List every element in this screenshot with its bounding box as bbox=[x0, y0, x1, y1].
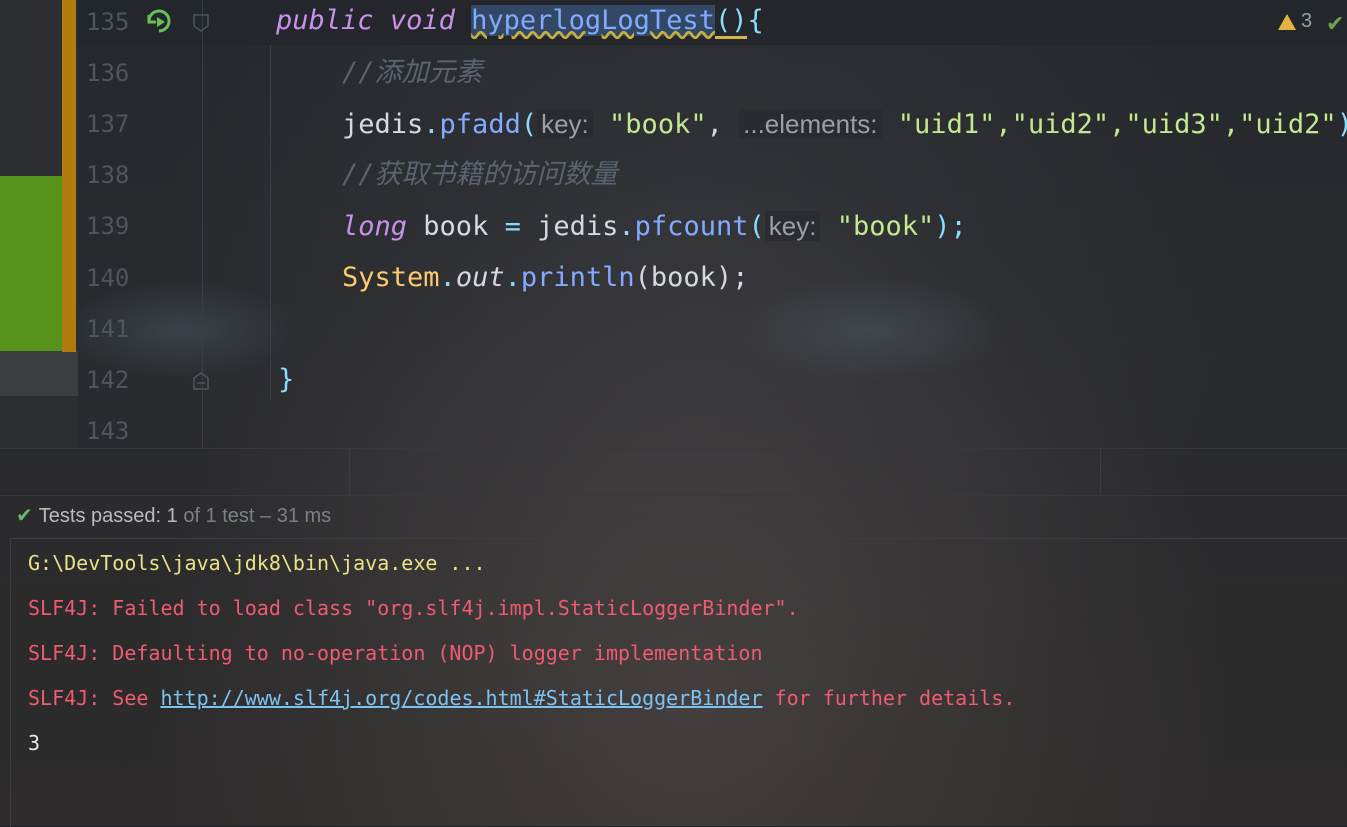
open-brace: { bbox=[747, 5, 764, 36]
line-number: 137 bbox=[86, 110, 130, 138]
line-number: 143 bbox=[86, 417, 130, 445]
method-parens: () bbox=[714, 5, 748, 39]
warnings-count: 3 bbox=[1301, 10, 1313, 32]
keyword: void bbox=[389, 5, 455, 36]
param-hint: key: bbox=[764, 211, 821, 241]
console-output[interactable] bbox=[10, 538, 1347, 827]
call-args: (book); bbox=[634, 262, 749, 293]
project-panel-highlight bbox=[0, 176, 62, 351]
code-line-138[interactable]: //获取书籍的访问数量 bbox=[342, 159, 618, 191]
code-line-135[interactable]: public void hyperlogLogTest(){ bbox=[276, 5, 764, 39]
status-count: 1 bbox=[166, 505, 178, 527]
string-literal: "book" bbox=[609, 109, 707, 140]
check-icon[interactable]: ✔ bbox=[1326, 12, 1344, 37]
status-detail: of 1 test – 31 ms bbox=[183, 505, 332, 527]
project-panel-row bbox=[0, 351, 78, 396]
code-line-137[interactable]: jedis.pfadd(key: "book", ...elements: "u… bbox=[342, 108, 1347, 141]
dot: . bbox=[504, 262, 521, 293]
code-line-142[interactable]: } bbox=[278, 364, 294, 396]
comma: , bbox=[706, 109, 723, 140]
divider bbox=[349, 448, 350, 494]
line-number: 135 bbox=[86, 8, 130, 36]
close-paren: ); bbox=[934, 211, 967, 242]
method-call: pfadd bbox=[439, 109, 521, 140]
indent-guide bbox=[270, 45, 271, 400]
string-args: "uid1","uid2","uid3","uid2" bbox=[897, 109, 1337, 140]
identifier: jedis bbox=[342, 109, 424, 140]
console-line: G:\DevTools\java\jdk8\bin\java.exe ... bbox=[28, 551, 486, 575]
field: out bbox=[455, 262, 505, 293]
console-line: SLF4J: Defaulting to no-operation (NOP) … bbox=[28, 641, 763, 665]
console-link[interactable]: http://www.slf4j.org/codes.html#StaticLo… bbox=[160, 686, 762, 710]
change-marker-bar bbox=[62, 0, 76, 352]
line-number: 139 bbox=[86, 212, 130, 240]
paren: ( bbox=[520, 109, 538, 140]
console-line: SLF4J: Failed to load class "org.slf4j.i… bbox=[28, 596, 799, 620]
param-hint: ...elements: bbox=[739, 109, 882, 139]
keyword: public bbox=[276, 5, 374, 36]
console-text: for further details. bbox=[762, 686, 1016, 710]
paren: ( bbox=[748, 211, 765, 242]
test-status: ✔ Tests passed: 1 of 1 test – 31 ms bbox=[16, 503, 331, 528]
method-call: pfcount bbox=[634, 211, 749, 242]
passed-check-icon: ✔ bbox=[16, 503, 33, 527]
dot: . bbox=[439, 262, 456, 293]
console-line: SLF4J: See http://www.slf4j.org/codes.ht… bbox=[28, 686, 1015, 710]
dot: . bbox=[423, 109, 440, 140]
code-line-139[interactable]: long book = jedis.pfcount(key: "book"); bbox=[342, 210, 967, 243]
unfold-icon[interactable] bbox=[193, 372, 209, 390]
status-label: Tests passed: bbox=[38, 505, 162, 527]
code-editor[interactable]: 135 136 137 138 139 140 141 142 143 publ… bbox=[0, 0, 1347, 448]
tool-window-splitter[interactable] bbox=[0, 448, 1347, 496]
method-name: hyperlogLogTest bbox=[471, 5, 715, 36]
line-number: 142 bbox=[86, 366, 130, 394]
console-line: 3 bbox=[28, 731, 41, 755]
run-test-icon[interactable] bbox=[144, 6, 174, 36]
code-line-136[interactable]: //添加元素 bbox=[342, 57, 483, 89]
line-number: 141 bbox=[86, 315, 130, 343]
operator: = bbox=[504, 211, 521, 242]
divider bbox=[1100, 448, 1101, 494]
fold-icon[interactable] bbox=[193, 14, 209, 32]
line-number: 140 bbox=[86, 264, 130, 292]
line-number: 138 bbox=[86, 161, 130, 189]
keyword: long bbox=[342, 211, 408, 242]
close-paren: ); bbox=[1337, 109, 1347, 140]
warnings-indicator[interactable]: 3 bbox=[1278, 10, 1312, 33]
class-name: System bbox=[342, 262, 440, 293]
method-call: println bbox=[520, 262, 635, 293]
param-hint: key: bbox=[537, 109, 593, 139]
dot: . bbox=[618, 211, 635, 242]
warning-icon bbox=[1278, 13, 1296, 30]
variable: book bbox=[423, 211, 489, 242]
string-literal: "book" bbox=[836, 211, 935, 242]
line-number: 136 bbox=[86, 59, 130, 87]
identifier: jedis bbox=[537, 211, 619, 242]
console-text: SLF4J: See bbox=[28, 686, 161, 710]
code-line-140[interactable]: System.out.println(book); bbox=[342, 262, 748, 294]
